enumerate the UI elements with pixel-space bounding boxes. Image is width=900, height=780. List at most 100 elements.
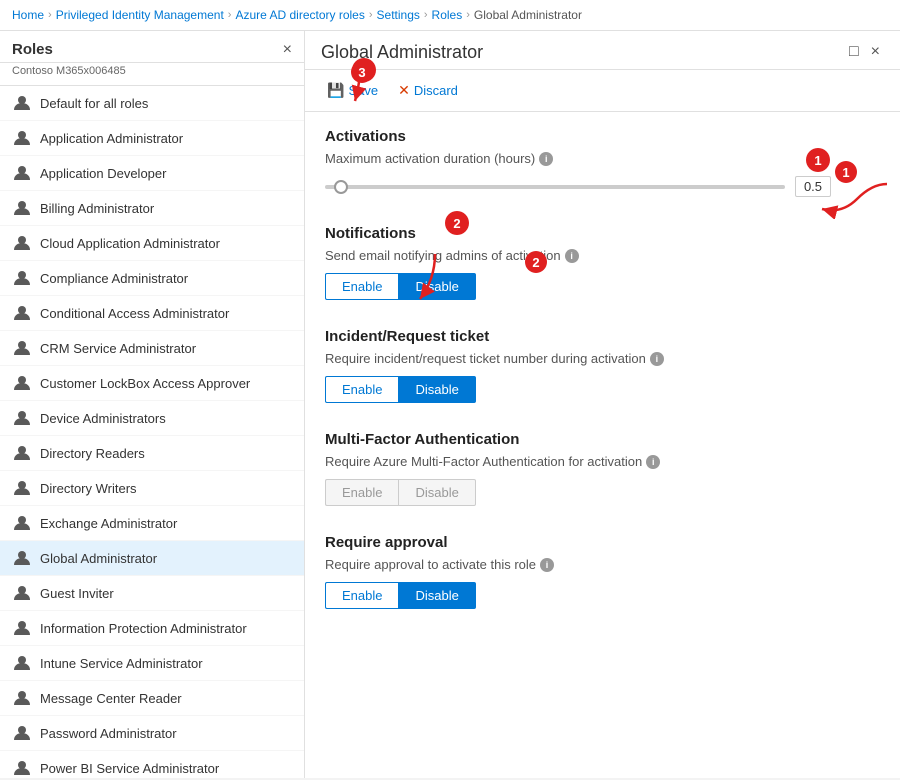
role-label-12: Exchange Administrator <box>40 516 177 531</box>
sidebar-close-button[interactable]: × <box>283 42 292 58</box>
notifications-disable-button[interactable]: Disable <box>398 273 475 300</box>
annotation-3: 3 <box>352 58 376 82</box>
notifications-section: 2 Notifications Send email notifying adm… <box>325 225 880 300</box>
panel-maximize-button[interactable]: □ <box>845 41 863 63</box>
mfa-enable-button[interactable]: Enable <box>325 479 398 506</box>
panel-header-actions: □ × <box>845 41 884 63</box>
incident-disable-button[interactable]: Disable <box>398 376 475 403</box>
save-label: Save <box>348 83 378 98</box>
sidebar-item-1[interactable]: Application Administrator <box>0 121 304 156</box>
panel-body: Activations Maximum activation duration … <box>305 112 900 778</box>
sidebar-item-11[interactable]: Directory Writers <box>0 471 304 506</box>
mfa-disable-button[interactable]: Disable <box>398 479 475 506</box>
person-icon <box>12 618 32 638</box>
approval-disable-button[interactable]: Disable <box>398 582 475 609</box>
sidebar-item-5[interactable]: Compliance Administrator <box>0 261 304 296</box>
toolbar: 3 💾 Save ✕ Discard <box>305 70 900 112</box>
notifications-info-icon[interactable]: i <box>565 249 579 263</box>
breadcrumb-roles[interactable]: Roles <box>432 8 463 22</box>
content-panel: Global Administrator □ × 3 💾 Save ✕ Disc… <box>305 31 900 778</box>
role-label-18: Password Administrator <box>40 726 177 741</box>
notifications-title: Notifications <box>325 225 880 242</box>
person-icon <box>12 443 32 463</box>
activations-desc: Maximum activation duration (hours) i <box>325 151 880 166</box>
role-label-16: Intune Service Administrator <box>40 656 203 671</box>
incident-toggle: Enable Disable <box>325 376 880 403</box>
discard-button[interactable]: ✕ Discard <box>392 78 464 103</box>
activations-duration-label: Maximum activation duration (hours) <box>325 151 535 166</box>
incident-enable-button[interactable]: Enable <box>325 376 398 403</box>
slider-container: 1 0.5 <box>325 176 880 197</box>
slider-value: 0.5 <box>795 176 831 197</box>
sidebar-header: Roles × <box>0 31 304 63</box>
mfa-desc: Require Azure Multi-Factor Authenticatio… <box>325 454 880 469</box>
sidebar-item-10[interactable]: Directory Readers <box>0 436 304 471</box>
role-label-0: Default for all roles <box>40 96 148 111</box>
sidebar-item-4[interactable]: Cloud Application Administrator <box>0 226 304 261</box>
sidebar-item-7[interactable]: CRM Service Administrator <box>0 331 304 366</box>
mfa-toggle: Enable Disable <box>325 479 880 506</box>
incident-desc: Require incident/request ticket number d… <box>325 351 880 366</box>
notifications-enable-button[interactable]: Enable <box>325 273 398 300</box>
activation-duration-slider[interactable] <box>325 185 785 189</box>
person-icon <box>12 303 32 323</box>
panel-close-button[interactable]: × <box>867 41 884 63</box>
mfa-section: Multi-Factor Authentication Require Azur… <box>325 431 880 506</box>
activations-info-icon[interactable]: i <box>539 152 553 166</box>
sidebar-item-17[interactable]: Message Center Reader <box>0 681 304 716</box>
save-button[interactable]: 💾 Save <box>321 78 384 103</box>
sidebar-item-19[interactable]: Power BI Service Administrator <box>0 751 304 778</box>
mfa-desc-text: Require Azure Multi-Factor Authenticatio… <box>325 454 642 469</box>
annotation-2: 2 <box>445 211 469 235</box>
person-icon <box>12 548 32 568</box>
sidebar-item-9[interactable]: Device Administrators <box>0 401 304 436</box>
approval-info-icon[interactable]: i <box>540 558 554 572</box>
person-icon <box>12 723 32 743</box>
role-label-5: Compliance Administrator <box>40 271 188 286</box>
sidebar-item-15[interactable]: Information Protection Administrator <box>0 611 304 646</box>
breadcrumb-current: Global Administrator <box>474 8 582 22</box>
role-label-13: Global Administrator <box>40 551 157 566</box>
sidebar-item-2[interactable]: Application Developer <box>0 156 304 191</box>
incident-title: Incident/Request ticket <box>325 328 880 345</box>
role-label-10: Directory Readers <box>40 446 145 461</box>
discard-label: Discard <box>414 83 458 98</box>
sidebar-item-0[interactable]: Default for all roles <box>0 86 304 121</box>
role-label-19: Power BI Service Administrator <box>40 761 219 776</box>
role-label-2: Application Developer <box>40 166 166 181</box>
person-icon <box>12 513 32 533</box>
person-icon <box>12 198 32 218</box>
approval-title: Require approval <box>325 534 880 551</box>
role-label-8: Customer LockBox Access Approver <box>40 376 250 391</box>
breadcrumb-pim[interactable]: Privileged Identity Management <box>56 8 224 22</box>
annotation-1: 1 <box>806 148 830 172</box>
panel-header: Global Administrator □ × <box>305 31 900 70</box>
sidebar-item-12[interactable]: Exchange Administrator <box>0 506 304 541</box>
sidebar-item-13[interactable]: Global Administrator <box>0 541 304 576</box>
sidebar-subtitle: Contoso M365x006485 <box>0 63 304 86</box>
approval-enable-button[interactable]: Enable <box>325 582 398 609</box>
sidebar-item-14[interactable]: Guest Inviter <box>0 576 304 611</box>
role-label-14: Guest Inviter <box>40 586 114 601</box>
role-label-9: Device Administrators <box>40 411 166 426</box>
sidebar-item-18[interactable]: Password Administrator <box>0 716 304 751</box>
person-icon <box>12 338 32 358</box>
person-icon <box>12 163 32 183</box>
notifications-toggle: Enable Disable <box>325 273 880 300</box>
sidebar-item-3[interactable]: Billing Administrator <box>0 191 304 226</box>
breadcrumb-home[interactable]: Home <box>12 8 44 22</box>
incident-info-icon[interactable]: i <box>650 352 664 366</box>
sidebar-item-8[interactable]: Customer LockBox Access Approver <box>0 366 304 401</box>
sidebar-item-6[interactable]: Conditional Access Administrator <box>0 296 304 331</box>
person-icon <box>12 408 32 428</box>
sidebar-item-16[interactable]: Intune Service Administrator <box>0 646 304 681</box>
mfa-info-icon[interactable]: i <box>646 455 660 469</box>
breadcrumb: Home › Privileged Identity Management › … <box>0 0 900 31</box>
person-icon <box>12 478 32 498</box>
incident-desc-text: Require incident/request ticket number d… <box>325 351 646 366</box>
breadcrumb-aad[interactable]: Azure AD directory roles <box>235 8 364 22</box>
notifications-desc-text: Send email notifying admins of activatio… <box>325 248 561 263</box>
breadcrumb-settings[interactable]: Settings <box>377 8 420 22</box>
sidebar: Roles × Contoso M365x006485 Default for … <box>0 31 305 778</box>
activations-section: Activations Maximum activation duration … <box>325 128 880 197</box>
